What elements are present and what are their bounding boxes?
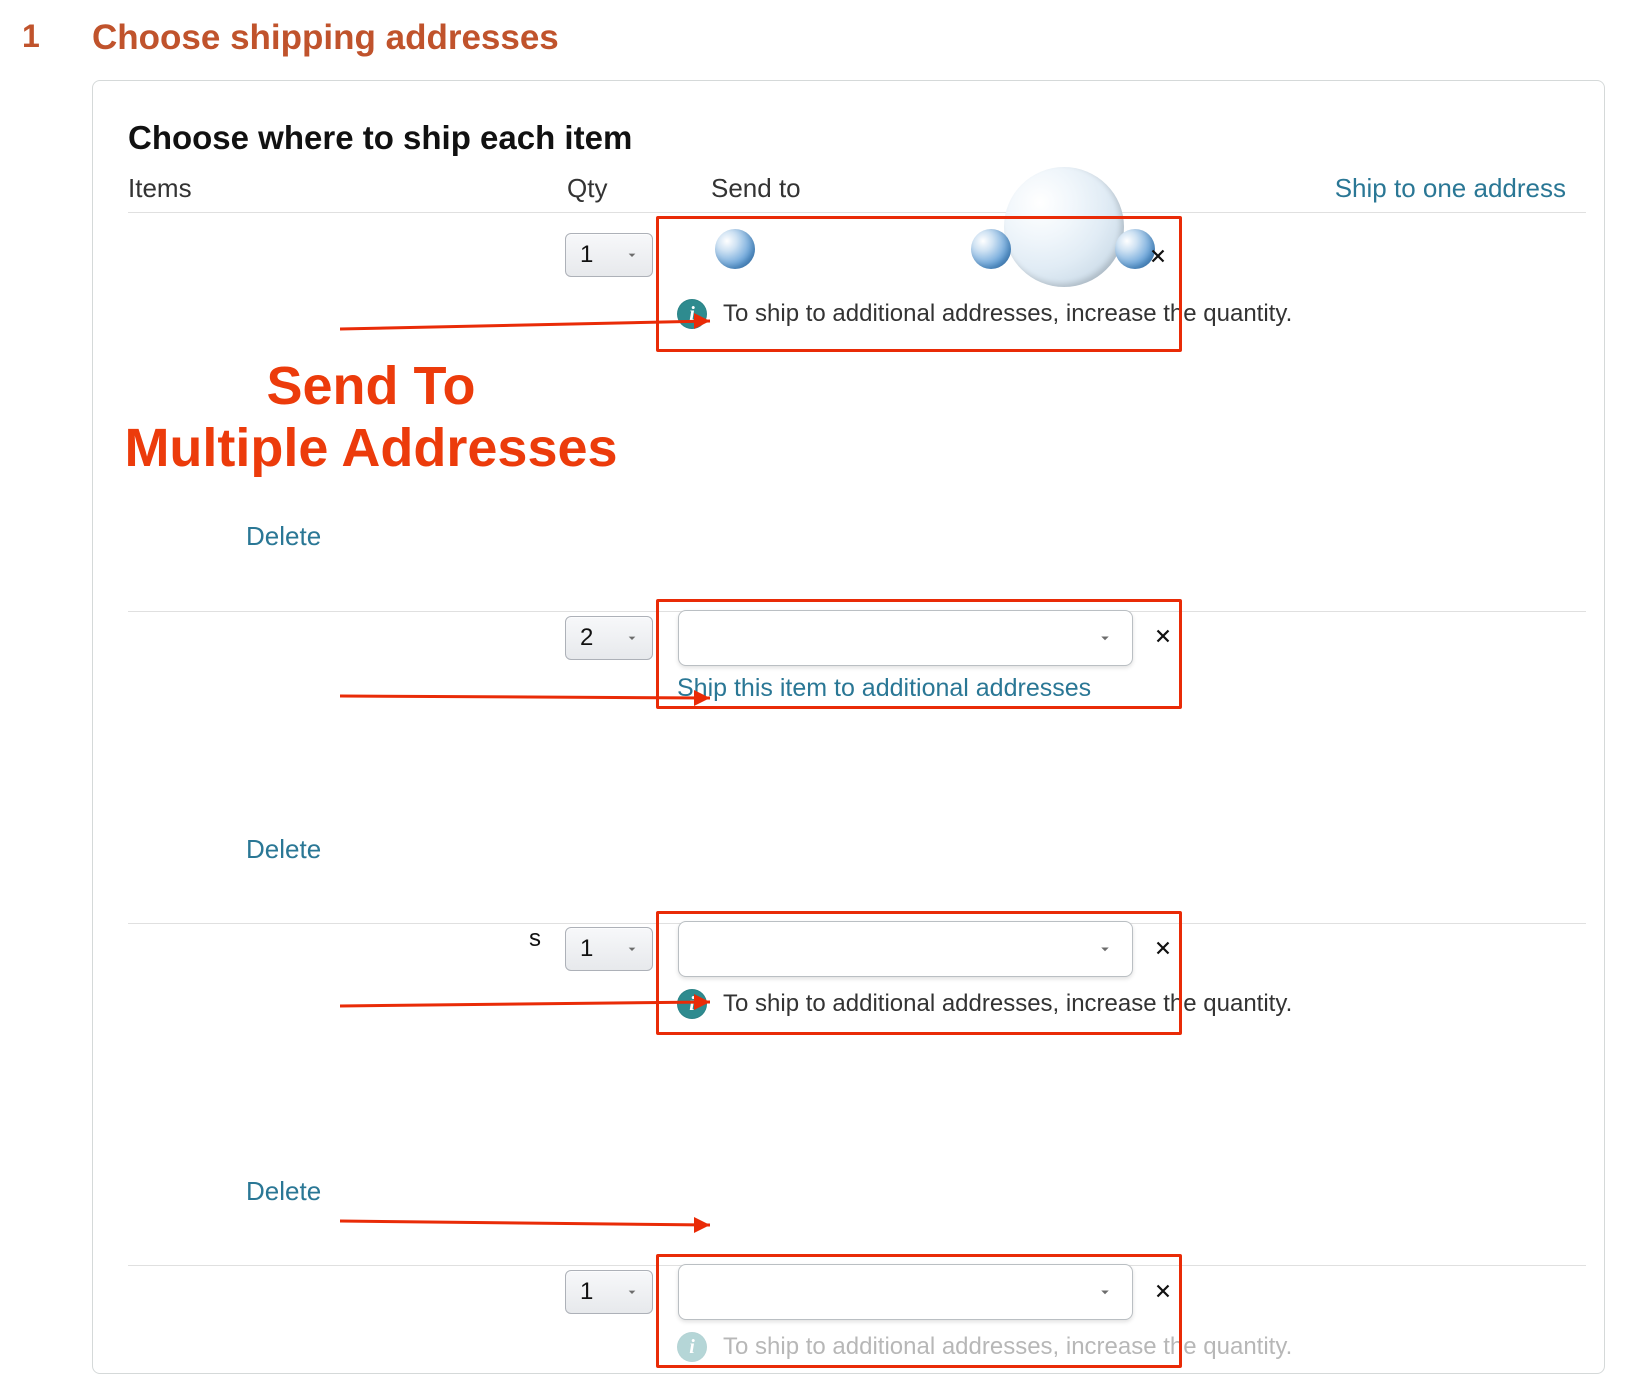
quantity-dropdown[interactable]: 1	[565, 233, 653, 277]
remove-address-button[interactable]	[1148, 621, 1178, 651]
ship-additional-addresses-link[interactable]: Ship this item to additional addresses	[677, 674, 1091, 703]
quantity-value: 2	[580, 624, 593, 652]
address-dropdown[interactable]	[678, 921, 1133, 977]
item-text-fragment: s	[529, 925, 541, 953]
chevron-down-icon	[1096, 940, 1114, 958]
info-line: i To ship to additional addresses, incre…	[677, 1332, 1292, 1362]
chevron-down-icon	[624, 630, 640, 646]
watermark-orb	[715, 229, 755, 269]
remove-address-button[interactable]	[1148, 1276, 1178, 1306]
info-text: To ship to additional addresses, increas…	[723, 1333, 1292, 1361]
chevron-down-icon	[624, 941, 640, 957]
quantity-dropdown[interactable]: 1	[565, 1270, 653, 1314]
divider	[128, 212, 1586, 213]
card-title: Choose where to ship each item	[128, 119, 632, 157]
info-text: To ship to additional addresses, increas…	[723, 300, 1292, 328]
quantity-value: 1	[580, 241, 593, 269]
ship-to-one-address-link[interactable]: Ship to one address	[1335, 173, 1566, 204]
quantity-value: 1	[580, 1278, 593, 1306]
info-icon: i	[677, 989, 707, 1019]
info-line: i To ship to additional addresses, incre…	[677, 989, 1292, 1019]
quantity-dropdown[interactable]: 1	[565, 927, 653, 971]
watermark-orb	[971, 229, 1011, 269]
info-icon: i	[677, 1332, 707, 1362]
col-sendto-header: Send to	[711, 173, 801, 204]
address-dropdown[interactable]	[678, 1264, 1133, 1320]
info-line: i To ship to additional addresses, incre…	[677, 299, 1292, 329]
watermark-orb	[1004, 167, 1124, 287]
delete-item-link[interactable]: Delete	[246, 521, 321, 552]
remove-address-button[interactable]	[1148, 933, 1178, 963]
quantity-dropdown[interactable]: 2	[565, 616, 653, 660]
step-title: Choose shipping addresses	[92, 18, 559, 58]
info-icon: i	[677, 299, 707, 329]
info-text: To ship to additional addresses, increas…	[723, 990, 1292, 1018]
address-dropdown[interactable]	[678, 610, 1133, 666]
quantity-value: 1	[580, 935, 593, 963]
annotation-highlight-box	[656, 216, 1182, 352]
chevron-down-icon	[1096, 629, 1114, 647]
chevron-down-icon	[624, 1284, 640, 1300]
delete-item-link[interactable]: Delete	[246, 834, 321, 865]
col-items-header: Items	[128, 173, 192, 204]
step-number: 1	[22, 18, 40, 55]
chevron-down-icon	[624, 247, 640, 263]
col-qty-header: Qty	[567, 173, 607, 204]
shipping-card: Choose where to ship each item Items Qty…	[92, 80, 1605, 1374]
delete-item-link[interactable]: Delete	[246, 1176, 321, 1207]
remove-address-button[interactable]	[1143, 241, 1173, 271]
chevron-down-icon	[1096, 1283, 1114, 1301]
